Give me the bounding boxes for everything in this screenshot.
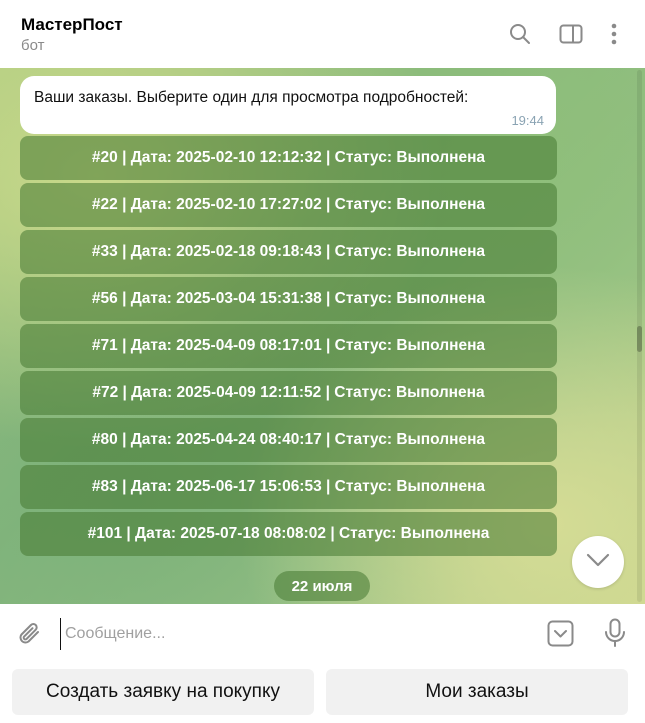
order-button[interactable]: #72 | Дата: 2025-04-09 12:11:52 | Статус… <box>20 371 557 415</box>
order-button[interactable]: #83 | Дата: 2025-06-17 15:06:53 | Статус… <box>20 465 557 509</box>
create-purchase-request-button[interactable]: Создать заявку на покупку <box>12 669 314 715</box>
order-button[interactable]: #71 | Дата: 2025-04-09 08:17:01 | Статус… <box>20 324 557 368</box>
chat-subtitle: бот <box>21 37 45 54</box>
message-time: 19:44 <box>511 113 544 128</box>
chat-title[interactable]: МастерПост <box>21 15 123 35</box>
bot-keyboard-icon[interactable] <box>547 620 574 647</box>
order-button[interactable]: #33 | Дата: 2025-02-18 09:18:43 | Статус… <box>20 230 557 274</box>
message-input-bar <box>0 604 645 662</box>
order-button[interactable]: #80 | Дата: 2025-04-24 08:40:17 | Статус… <box>20 418 557 462</box>
scrollbar-thumb[interactable] <box>637 326 642 352</box>
order-button[interactable]: #22 | Дата: 2025-02-10 17:27:02 | Статус… <box>20 183 557 227</box>
order-button[interactable]: #101 | Дата: 2025-07-18 08:08:02 | Стату… <box>20 512 557 556</box>
chat-header: МастерПост бот <box>0 0 645 68</box>
search-icon[interactable] <box>508 22 532 46</box>
attach-icon[interactable] <box>16 620 44 648</box>
message-bubble[interactable]: Ваши заказы. Выберите один для просмотра… <box>20 76 556 134</box>
order-button[interactable]: #56 | Дата: 2025-03-04 15:31:38 | Статус… <box>20 277 557 321</box>
scroll-down-button[interactable] <box>572 536 624 588</box>
sidebar-icon[interactable] <box>559 22 583 46</box>
microphone-icon[interactable] <box>602 618 628 648</box>
more-icon[interactable] <box>602 22 626 46</box>
message-input[interactable] <box>60 618 537 650</box>
order-button[interactable]: #20 | Дата: 2025-02-10 12:12:32 | Статус… <box>20 136 557 180</box>
bot-keyboard: Создать заявку на покупку Мои заказы <box>0 662 645 723</box>
chat-area[interactable]: Ваши заказы. Выберите один для просмотра… <box>0 68 645 604</box>
my-orders-button[interactable]: Мои заказы <box>326 669 628 715</box>
message-text: Ваши заказы. Выберите один для просмотра… <box>34 89 469 106</box>
chevron-down-icon <box>586 553 610 572</box>
date-separator: 22 июля <box>274 571 370 601</box>
